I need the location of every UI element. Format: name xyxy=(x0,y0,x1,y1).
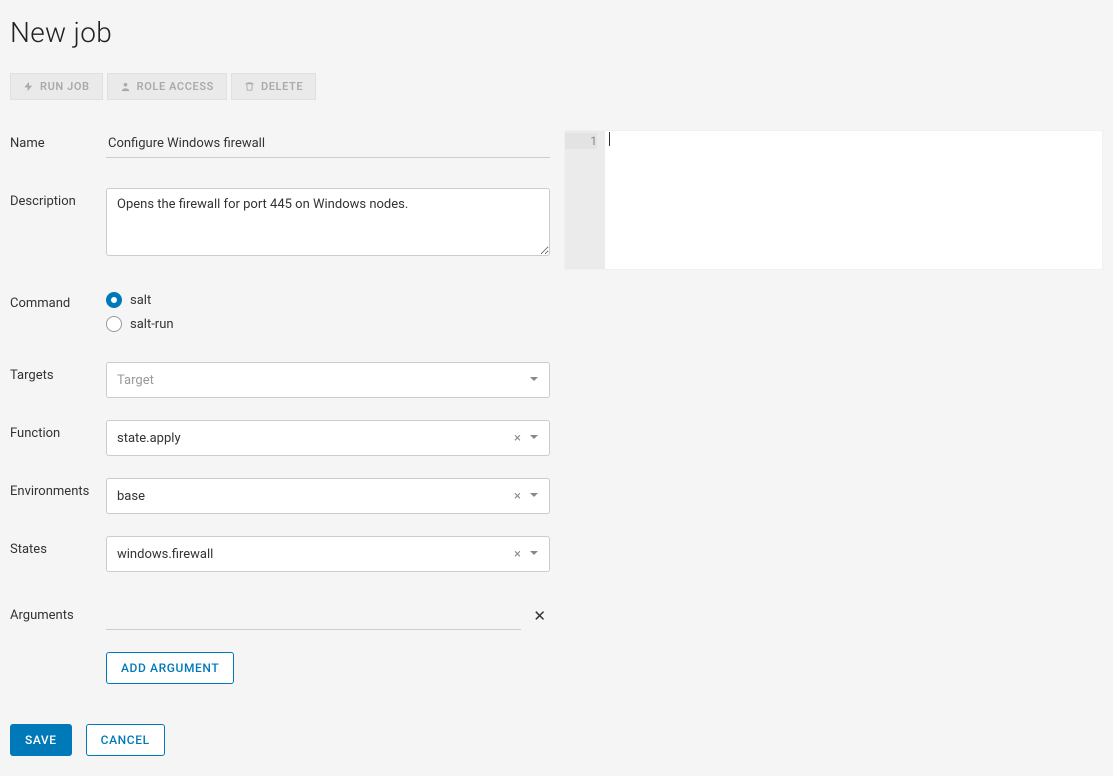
targets-select[interactable]: Target xyxy=(106,362,550,398)
environments-select[interactable]: base × xyxy=(106,478,550,514)
code-editor[interactable]: 1 xyxy=(564,130,1103,270)
chevron-down-icon xyxy=(527,547,541,562)
radio-icon xyxy=(106,292,122,308)
name-input[interactable] xyxy=(106,130,550,158)
command-radio-salt-label: salt xyxy=(130,293,151,308)
form-column: Name Description Opens the firewall for … xyxy=(10,130,550,756)
states-select[interactable]: windows.firewall × xyxy=(106,536,550,572)
environments-label: Environments xyxy=(10,478,106,499)
command-radio-salt[interactable]: salt xyxy=(106,292,550,308)
name-label: Name xyxy=(10,130,106,151)
function-value: state.apply xyxy=(117,431,508,446)
toolbar: RUN JOB ROLE ACCESS DELETE xyxy=(10,73,1103,100)
editor-body[interactable] xyxy=(605,131,1102,269)
description-textarea[interactable]: Opens the firewall for port 445 on Windo… xyxy=(106,188,550,256)
command-radio-salt-run-label: salt-run xyxy=(130,317,174,332)
description-label: Description xyxy=(10,188,106,209)
clear-icon[interactable]: × xyxy=(508,489,527,504)
states-value: windows.firewall xyxy=(117,547,508,562)
trash-icon xyxy=(244,81,255,92)
chevron-down-icon xyxy=(527,373,541,388)
cancel-button[interactable]: CANCEL xyxy=(86,724,165,756)
argument-input[interactable] xyxy=(106,602,521,630)
clear-icon[interactable]: × xyxy=(508,547,527,562)
users-icon xyxy=(120,81,131,92)
line-number: 1 xyxy=(565,133,597,149)
add-argument-button[interactable]: ADD ARGUMENT xyxy=(106,652,234,684)
cursor-icon xyxy=(609,132,610,146)
chevron-down-icon xyxy=(527,489,541,504)
lightning-icon xyxy=(23,81,34,92)
states-label: States xyxy=(10,536,106,557)
chevron-down-icon xyxy=(527,431,541,446)
page-title: New job xyxy=(10,16,1103,49)
targets-placeholder: Target xyxy=(117,373,527,388)
clear-icon[interactable]: × xyxy=(508,431,527,446)
targets-label: Targets xyxy=(10,362,106,383)
function-label: Function xyxy=(10,420,106,441)
role-access-label: ROLE ACCESS xyxy=(137,80,214,93)
function-select[interactable]: state.apply × xyxy=(106,420,550,456)
command-radio-salt-run[interactable]: salt-run xyxy=(106,316,550,332)
editor-gutter: 1 xyxy=(565,131,605,269)
remove-argument-icon[interactable]: ✕ xyxy=(529,607,550,625)
delete-label: DELETE xyxy=(261,80,303,93)
environments-value: base xyxy=(117,489,508,504)
save-button[interactable]: SAVE xyxy=(10,724,72,756)
radio-icon xyxy=(106,316,122,332)
role-access-button[interactable]: ROLE ACCESS xyxy=(107,73,227,100)
run-job-label: RUN JOB xyxy=(40,80,90,93)
run-job-button[interactable]: RUN JOB xyxy=(10,73,103,100)
arguments-label: Arguments xyxy=(10,602,106,623)
command-label: Command xyxy=(10,290,106,311)
delete-button[interactable]: DELETE xyxy=(231,73,316,100)
